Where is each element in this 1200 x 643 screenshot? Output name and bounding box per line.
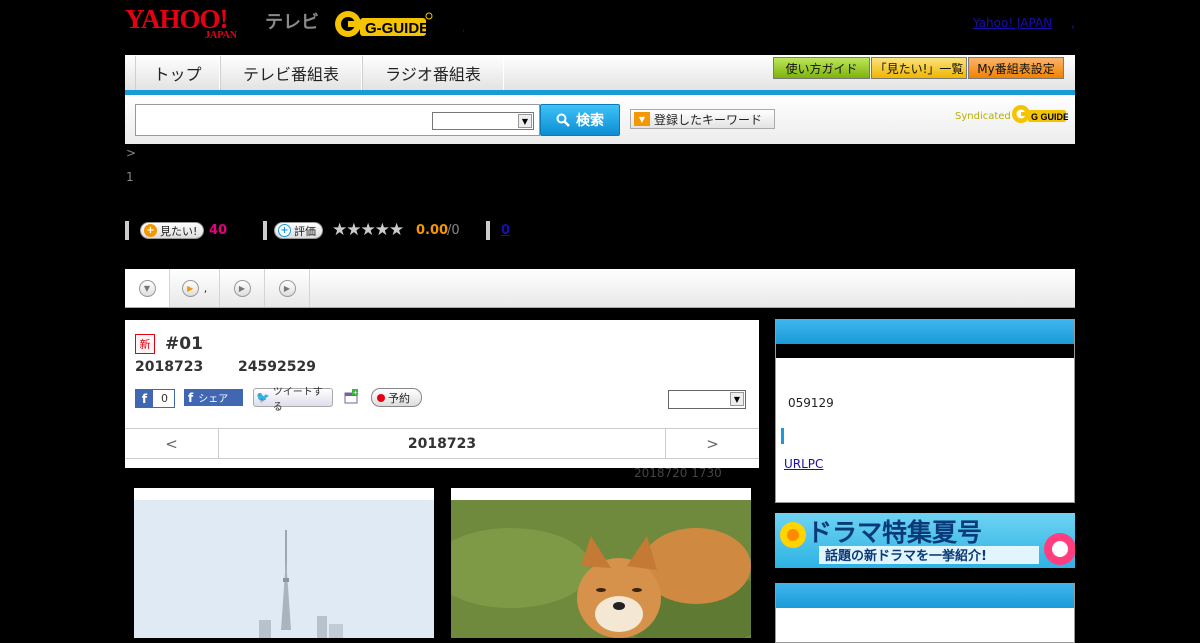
new-badge: 新 — [135, 334, 155, 354]
breadcrumb: > — [126, 146, 137, 160]
tweet-label: ツイートする — [272, 386, 323, 413]
program-time: 24592529 — [238, 359, 316, 375]
facebook-like-button[interactable]: f 0 — [135, 389, 175, 408]
divider — [125, 221, 129, 240]
search-category-select[interactable]: ▼ — [432, 112, 534, 130]
svg-text:+: + — [353, 390, 358, 397]
banner-title: ドラマ特集夏号 — [807, 518, 982, 547]
facebook-like-count: 0 — [161, 392, 168, 405]
rating-score: 0.00 — [416, 223, 449, 238]
subtab-3[interactable]: ▶ — [220, 269, 265, 307]
rating-button[interactable]: + 評価 — [274, 222, 323, 239]
side-panel-accent — [781, 428, 784, 444]
page-number: 1 — [126, 170, 134, 184]
divider — [486, 221, 490, 240]
side-panel-2-header — [776, 584, 1074, 608]
tab-tv-schedule[interactable]: テレビ番組表 — [220, 56, 362, 90]
updated-timestamp: 2018720 1730 — [634, 466, 722, 480]
header-dot: , — [462, 24, 465, 34]
side-panel-header — [776, 320, 1074, 344]
mitai-button[interactable]: + 見たい! — [140, 222, 205, 239]
play-icon: ▶ — [233, 279, 251, 297]
calendar-add-icon[interactable]: + — [343, 389, 359, 405]
program-title: #01 — [165, 334, 203, 354]
subtab-1[interactable]: ▼ — [125, 269, 170, 307]
gguide-logo-text: G-GUIDE — [365, 20, 429, 37]
rating-count: /0 — [447, 223, 460, 238]
comment-count-link[interactable]: 0 — [501, 223, 510, 238]
yahoo-logo-sub: JAPAN — [205, 30, 238, 41]
tab-top[interactable]: トップ — [135, 56, 220, 90]
facebook-share-button[interactable]: f シェア — [184, 389, 243, 406]
record-label: 予約 — [388, 391, 410, 405]
facebook-share-label: シェア — [198, 394, 229, 405]
subtab-2-label: , — [203, 281, 208, 295]
triangle-down-icon: ▼ — [634, 112, 650, 126]
program-panel: 新 #01 2018723 24592529 f 0 f シェア 🐦 ツイートす… — [125, 320, 759, 468]
divider — [263, 221, 267, 240]
drama-special-banner[interactable]: ドラマ特集夏号 話題の新ドラマを一挙紹介! — [775, 513, 1076, 568]
syndicated-logo-text: G GUIDE — [1031, 112, 1068, 122]
shiba-dog-image[interactable] — [431, 488, 771, 643]
yahoo-japan-logo[interactable]: YAHOO! JAPAN — [125, 4, 237, 42]
next-day-button[interactable]: > — [665, 429, 759, 458]
program-options-select[interactable]: ▼ — [668, 390, 746, 409]
record-icon — [377, 393, 385, 402]
tv-label: テレビ — [265, 12, 319, 33]
gguide-logo[interactable]: G-GUIDE — [334, 8, 434, 40]
banner-subtitle: 話題の新ドラマを一挙紹介! — [825, 548, 987, 564]
yahoo-japan-link[interactable]: Yahoo! JAPAN — [973, 16, 1052, 30]
sub-tabs: ▼ ▶ , ▶ ▶ — [125, 269, 1075, 308]
subtab-4[interactable]: ▶ — [265, 269, 310, 307]
subtab-2[interactable]: ▶ , — [170, 269, 220, 307]
main-nav: トップ テレビ番組表 ラジオ番組表 使い方ガイド 「見たい!」一覧 My番組表設… — [125, 55, 1075, 92]
side-panel-2 — [775, 583, 1075, 643]
search-button-label: 検索 — [576, 113, 604, 129]
mitai-list-button[interactable]: 「見たい!」一覧 — [871, 57, 967, 79]
yahoo-logo-text: YAHOO! — [125, 4, 229, 34]
header-link-separator: , — [1071, 16, 1075, 30]
search-bar: ▼ 検索 ▼ 登録したキーワード Syndicated G GUIDE — [125, 95, 1075, 144]
tweet-button[interactable]: 🐦 ツイートする — [253, 387, 333, 413]
play-icon: ▶ — [278, 279, 296, 297]
facebook-icon: f — [136, 390, 153, 407]
side-panel: 059129 URLPC — [775, 319, 1075, 503]
record-reserve-button[interactable]: 予約 — [371, 388, 422, 407]
facebook-icon: f — [188, 390, 194, 405]
side-panel-number: 059129 — [788, 396, 834, 410]
mitai-count: 40 — [209, 223, 228, 238]
chevron-down-icon: ▼ — [730, 392, 744, 406]
rating-label: 評価 — [294, 224, 316, 238]
chevron-down-icon: ▼ — [518, 114, 532, 128]
day-navigation: < 2018723 > — [125, 428, 759, 459]
search-button[interactable]: 検索 — [540, 104, 620, 136]
star-rating: ★★★★★ — [332, 220, 404, 240]
my-schedule-button[interactable]: My番組表設定 — [968, 57, 1064, 79]
registered-keywords-label: 登録したキーワード — [654, 112, 763, 127]
mitai-label: 見たい! — [160, 224, 198, 238]
syndicated-label: Syndicated — [955, 111, 1011, 122]
plus-icon: + — [278, 224, 291, 237]
plus-icon: + — [144, 224, 157, 237]
syndicated-gguide-logo: G GUIDE — [1010, 103, 1069, 125]
guide-button[interactable]: 使い方ガイド — [773, 57, 870, 79]
prev-day-button[interactable]: < — [125, 429, 219, 458]
program-date: 2018723 — [135, 359, 204, 375]
play-icon: ▶ — [181, 279, 199, 297]
day-label: 2018723 — [407, 435, 477, 452]
tab-radio-schedule[interactable]: ラジオ番組表 — [362, 56, 504, 90]
url-pc-link[interactable]: URLPC — [784, 457, 823, 471]
skytree-image[interactable] — [134, 488, 434, 638]
side-panel-subheader — [776, 344, 1074, 358]
registered-keywords-button[interactable]: ▼ 登録したキーワード — [630, 109, 775, 129]
search-icon — [556, 113, 570, 127]
twitter-bird-icon: 🐦 — [256, 391, 270, 404]
chevron-down-icon: ▼ — [138, 279, 156, 297]
